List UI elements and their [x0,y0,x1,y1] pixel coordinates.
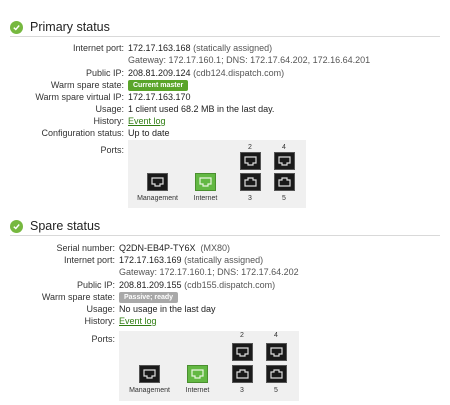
public-ip: 208.81.209.124 [128,68,191,78]
spare-warm-spare-row: Warm spare state: Passive; ready [0,292,179,303]
ethernet-port-icon[interactable] [232,343,253,361]
usage-text: No usage in the last day [119,304,216,314]
field-label: Public IP: [76,280,115,290]
spare-public-ip-row: Public IP: 208.81.209.155 (cdb155.dispat… [0,280,275,291]
port-label-5: 5 [274,387,278,394]
field-label: Ports: [100,145,124,155]
primary-public-ip-row: Public IP: 208.81.209.124 (cdb124.dispat… [0,68,284,79]
divider [10,235,440,236]
field-label: Warm spare state: [50,80,124,90]
section-title: Spare status [30,219,101,233]
primary-internet-port-row: Internet port: 172.17.163.168 (staticall… [0,43,272,54]
port-label-2: 2 [248,144,252,151]
primary-ports-panel: Management Internet 2 3 4 5 [128,140,306,208]
section-title: Primary status [30,20,110,34]
internet-port-note: (statically assigned) [193,43,273,53]
spare-ports-row: Ports: [0,334,119,345]
config-status: Up to date [128,128,170,138]
primary-vip-row: Warm spare virtual IP: 172.17.163.170 [0,92,191,103]
ethernet-port-icon[interactable] [266,343,287,361]
ethernet-port-icon[interactable] [232,365,253,383]
public-host: (cdb155.dispatch.com) [184,280,276,290]
public-host: (cdb124.dispatch.com) [193,68,285,78]
field-label: History: [93,116,124,126]
status-badge: Passive; ready [119,292,179,303]
public-ip: 208.81.209.155 [119,280,182,290]
field-label: Usage: [86,304,115,314]
divider [10,36,440,37]
field-label: Serial number: [56,243,115,253]
primary-status-header: Primary status [10,18,110,36]
internet-port-note: (statically assigned) [184,255,264,265]
spare-serial-row: Serial number: Q2DN-EB4P-TY6X (MX80) [0,243,230,254]
field-label: Warm spare virtual IP: [35,92,124,102]
field-label: Internet port: [63,255,115,265]
ethernet-port-icon[interactable] [274,152,295,170]
port-label-4: 4 [274,332,278,339]
internet-port-ip: 172.17.163.168 [128,43,191,53]
event-log-link[interactable]: Event log [119,316,157,327]
primary-history-row: History: Event log [0,116,166,127]
ethernet-port-icon[interactable] [240,152,261,170]
internet-port-ip: 172.17.163.169 [119,255,182,265]
field-label: Warm spare state: [41,292,115,302]
field-label: Internet port: [72,43,124,53]
primary-usage-row: Usage: 1 client used 68.2 MB in the last… [0,104,274,115]
spare-status-header: Spare status [10,217,100,235]
port-label-internet: Internet [193,195,218,202]
spare-usage-row: Usage: No usage in the last day [0,304,216,315]
status-badge: Current master [128,80,189,91]
primary-ports-row: Ports: [0,145,128,156]
field-label: History: [84,316,115,326]
port-label-2: 2 [240,332,244,339]
ethernet-port-icon[interactable] [139,365,160,383]
ethernet-port-icon[interactable] [266,365,287,383]
field-label: Public IP: [85,68,124,78]
port-label-internet: Internet [185,387,210,394]
ethernet-port-icon[interactable] [195,173,216,191]
port-label-management: Management [137,195,178,202]
ethernet-port-icon[interactable] [147,173,168,191]
port-label-3: 3 [240,387,244,394]
warm-spare-vip: 172.17.163.170 [128,92,191,102]
spare-gateway-line: Gateway: 172.17.160.1; DNS: 172.17.64.20… [119,267,299,277]
primary-config-row: Configuration status: Up to date [0,128,170,139]
spare-internet-port-row: Internet port: 172.17.163.169 (staticall… [0,255,263,266]
usage-text: 1 client used 68.2 MB in the last day. [128,104,275,114]
spare-ports-panel: Management Internet 2 3 4 5 [119,331,299,401]
primary-gateway-line: Gateway: 172.17.160.1; DNS: 172.17.64.20… [128,55,371,65]
port-label-management: Management [129,387,170,394]
primary-warm-spare-row: Warm spare state: Current master [0,80,189,91]
ethernet-port-icon[interactable] [274,173,295,191]
event-log-link[interactable]: Event log [128,116,166,127]
port-label-3: 3 [248,195,252,202]
spare-history-row: History: Event log [0,316,157,327]
ethernet-port-icon[interactable] [240,173,261,191]
field-label: Ports: [91,334,115,344]
port-label-5: 5 [282,195,286,202]
field-label: Configuration status: [41,128,124,138]
check-circle-icon [10,20,23,34]
check-circle-icon [10,219,23,233]
ethernet-port-icon[interactable] [187,365,208,383]
serial-number: Q2DN-EB4P-TY6X [119,243,196,253]
port-label-4: 4 [282,144,286,151]
model-name: (MX80) [200,243,231,253]
field-label: Usage: [95,104,124,114]
